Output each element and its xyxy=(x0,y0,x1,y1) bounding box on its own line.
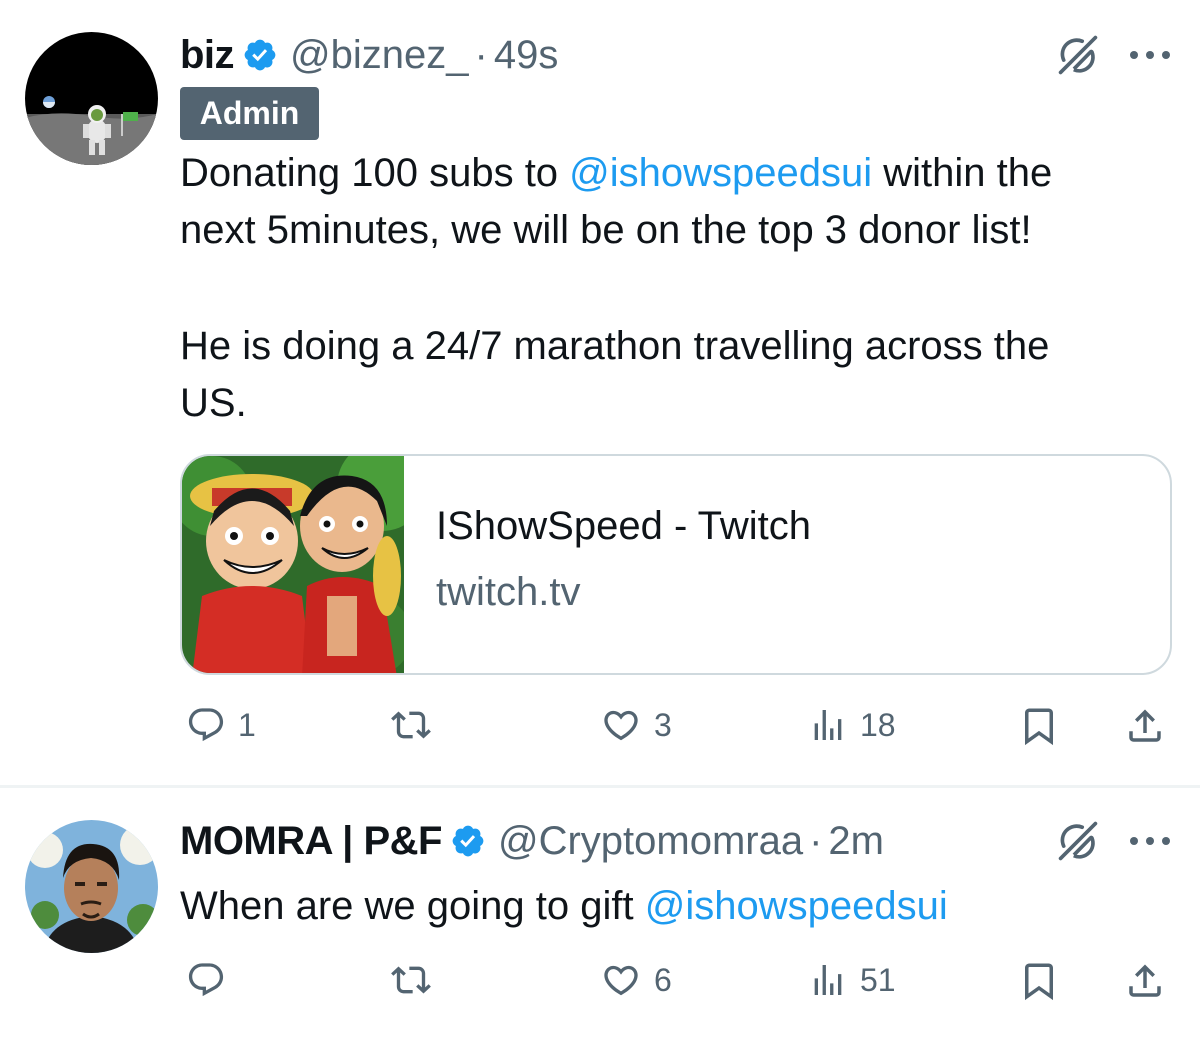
tweet-header: MOMRA | P&F @Cryptomomraa · 2m xyxy=(180,816,884,866)
tweet-text: Donating 100 subs to xyxy=(180,151,570,195)
like-button[interactable]: 3 xyxy=(600,705,672,745)
like-icon xyxy=(600,705,642,745)
repost-button[interactable] xyxy=(390,705,444,745)
share-icon xyxy=(1124,705,1166,747)
more-icon[interactable] xyxy=(1128,49,1172,61)
timestamp[interactable]: 2m xyxy=(828,819,884,864)
views-button[interactable]: 51 xyxy=(808,960,896,1000)
tweet-text-line: He is doing a 24/7 marathon travelling a… xyxy=(180,324,1050,368)
bookmark-button[interactable] xyxy=(1018,960,1060,1002)
like-count: 6 xyxy=(654,961,672,998)
bookmark-button[interactable] xyxy=(1018,705,1060,747)
repost-icon xyxy=(390,960,432,1000)
card-thumbnail-image xyxy=(182,456,404,673)
reply-button[interactable]: 1 xyxy=(186,705,256,745)
tweet-text: When are we going to gift xyxy=(180,884,645,928)
share-icon xyxy=(1124,960,1166,1002)
separator: · xyxy=(474,32,488,77)
reply-button[interactable] xyxy=(186,960,238,1000)
author-name[interactable]: biz xyxy=(180,33,235,78)
mention-link[interactable]: @ishowspeedsui xyxy=(645,884,948,928)
card-title[interactable]: IShowSpeed - Twitch xyxy=(436,504,811,549)
reply-icon xyxy=(186,705,226,745)
tweet-text: within the xyxy=(872,151,1053,195)
tweet[interactable]: biz @biznez_ · 49s Admin Donating 100 su… xyxy=(0,0,1200,786)
views-button[interactable]: 18 xyxy=(808,705,896,745)
reply-icon xyxy=(186,960,226,1000)
repost-button[interactable] xyxy=(390,960,444,1000)
tweet-text-line: Donating 100 subs to @ishowspeedsui with… xyxy=(180,145,1052,202)
views-count: 18 xyxy=(860,706,896,743)
author-handle[interactable]: @Cryptomomraa xyxy=(498,819,803,864)
admin-badge: Admin xyxy=(180,87,319,140)
share-button[interactable] xyxy=(1124,960,1166,1002)
views-icon xyxy=(808,960,848,1000)
tweet-text-line: US. xyxy=(180,381,247,425)
bookmark-icon xyxy=(1018,960,1060,1002)
like-icon xyxy=(600,960,642,1000)
card-domain: twitch.tv xyxy=(436,570,581,614)
author-name[interactable]: MOMRA | P&F xyxy=(180,819,442,864)
grok-icon[interactable] xyxy=(1056,819,1100,863)
timestamp[interactable]: 49s xyxy=(494,33,559,78)
author-handle[interactable]: @biznez_ xyxy=(290,33,468,78)
avatar[interactable] xyxy=(25,820,158,953)
tweet-text-line: When are we going to gift @ishowspeedsui xyxy=(180,878,948,935)
like-count: 3 xyxy=(654,706,672,743)
verified-icon xyxy=(242,37,278,73)
more-icon[interactable] xyxy=(1128,835,1172,847)
avatar[interactable] xyxy=(25,32,158,165)
portrait-avatar-image xyxy=(25,820,158,953)
repost-icon xyxy=(390,705,432,745)
bookmark-icon xyxy=(1018,705,1060,747)
share-button[interactable] xyxy=(1124,705,1166,747)
astronaut-avatar-image xyxy=(25,32,158,165)
views-count: 51 xyxy=(860,961,896,998)
tweet-header: biz @biznez_ · 49s xyxy=(180,30,558,80)
separator: · xyxy=(809,818,823,863)
link-card[interactable]: IShowSpeed - Twitch twitch.tv xyxy=(180,454,1172,675)
reply-count: 1 xyxy=(238,706,256,743)
mention-link[interactable]: @ishowspeedsui xyxy=(569,151,872,195)
verified-icon xyxy=(450,823,486,859)
tweet[interactable]: MOMRA | P&F @Cryptomomraa · 2m When are … xyxy=(0,788,1200,1051)
tweet-text-line: next 5minutes, we will be on the top 3 d… xyxy=(180,208,1032,252)
like-button[interactable]: 6 xyxy=(600,960,672,1000)
grok-icon[interactable] xyxy=(1056,33,1100,77)
views-icon xyxy=(808,705,848,745)
